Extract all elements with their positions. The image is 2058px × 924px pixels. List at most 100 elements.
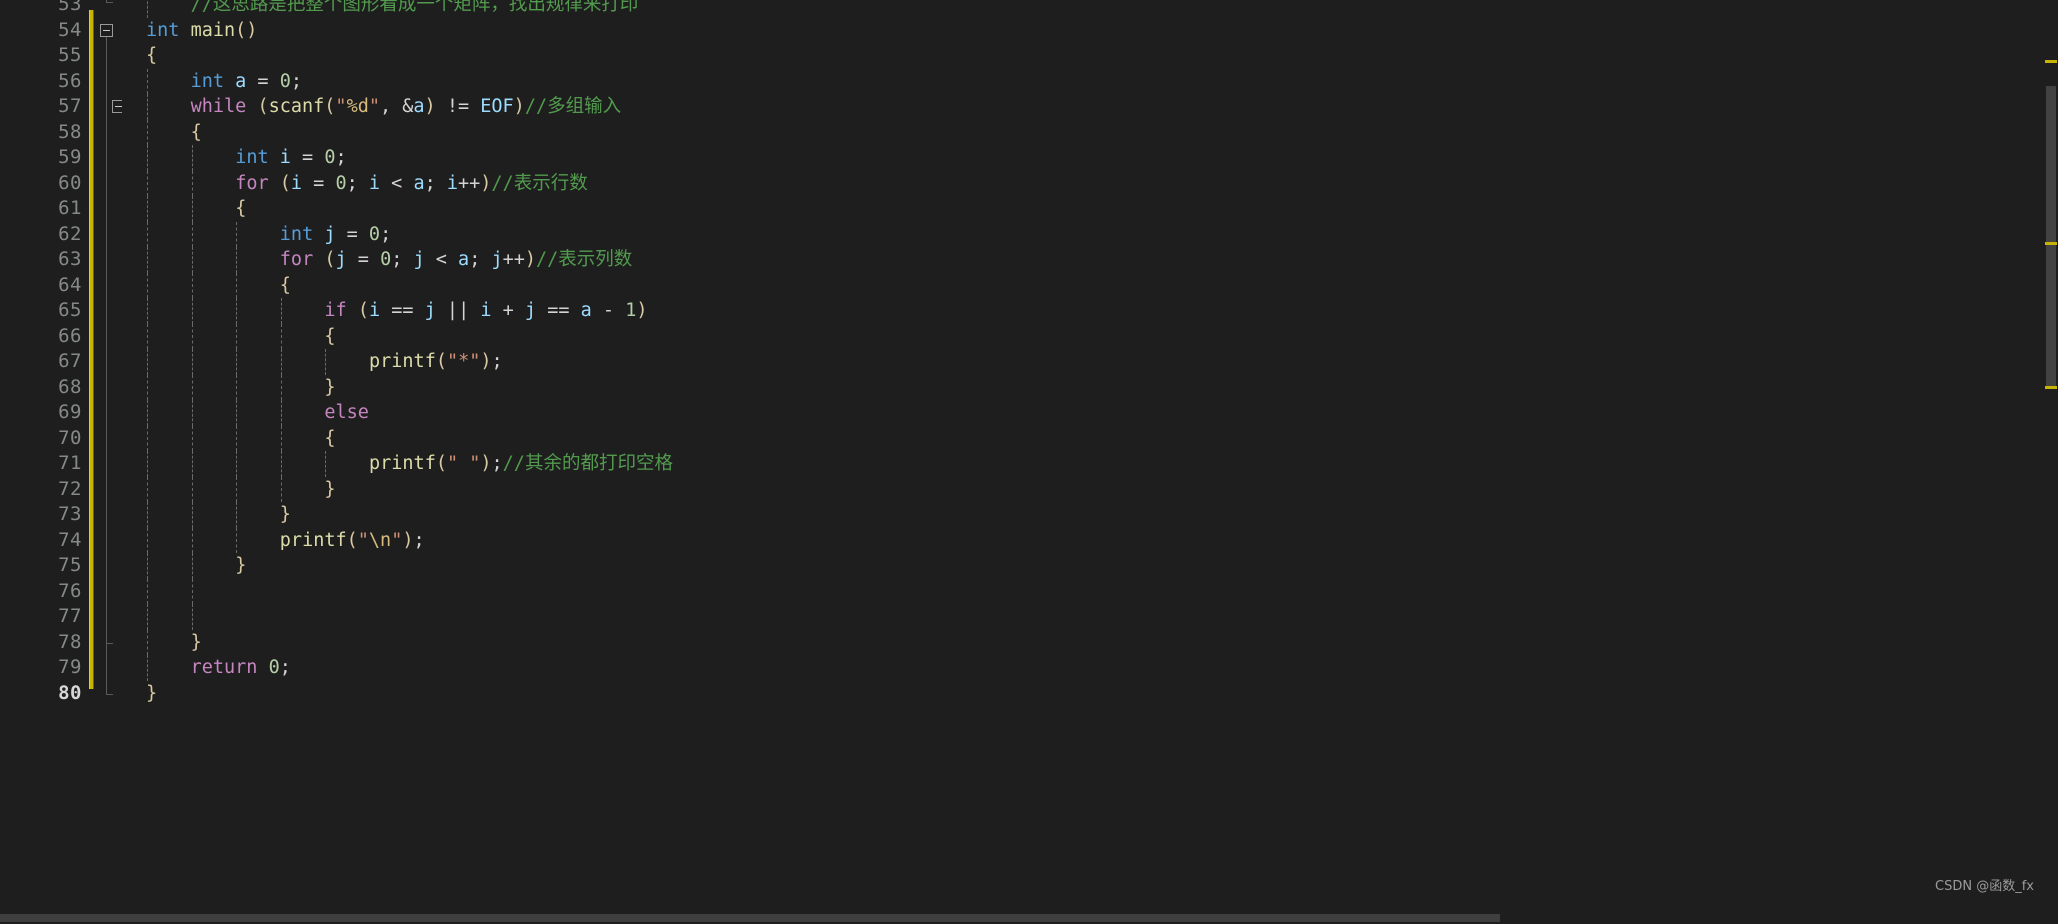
code-token: - bbox=[591, 300, 626, 321]
code-line-text: } bbox=[122, 555, 246, 576]
code-line[interactable]: } bbox=[122, 374, 2058, 400]
code-token: //这思路是把整个图形看成一个矩阵，找出规律来打印 bbox=[190, 0, 639, 15]
code-token: ; bbox=[424, 172, 447, 194]
code-line[interactable]: else bbox=[122, 400, 2058, 426]
code-token: ; bbox=[380, 223, 392, 245]
code-token: ; bbox=[346, 172, 369, 194]
line-number: 77 bbox=[58, 605, 82, 627]
code-content-area[interactable]: //这思路是把整个图形看成一个矩阵，找出规律来打印 int main(){int … bbox=[122, 0, 2058, 924]
code-line[interactable]: } bbox=[122, 681, 2058, 707]
code-token: j bbox=[524, 300, 537, 321]
code-line[interactable]: { bbox=[122, 43, 2058, 69]
code-token: j bbox=[335, 249, 347, 270]
code-line[interactable]: int i = 0; bbox=[122, 145, 2058, 171]
line-number: 72 bbox=[58, 477, 82, 500]
code-line[interactable]: for (j = 0; j < a; j++)//表示列数 bbox=[122, 247, 2058, 273]
fold-range-endcap-top bbox=[106, 2, 113, 3]
code-token: 0 bbox=[324, 147, 336, 168]
code-line[interactable] bbox=[122, 578, 2058, 604]
code-line[interactable]: printf("\n"); bbox=[122, 527, 2058, 553]
horizontal-scrollbar[interactable] bbox=[0, 912, 2044, 924]
code-line[interactable]: { bbox=[122, 196, 2058, 222]
code-token: int bbox=[146, 19, 180, 41]
code-editor[interactable]: 53 54 55 56 57 58 59 60 61 62 63 64 65 66 67 68 69 70 71 72… bbox=[0, 0, 2058, 924]
line-number: 73 bbox=[58, 503, 82, 525]
horizontal-scrollbar-thumb[interactable] bbox=[0, 914, 1500, 922]
code-line[interactable]: //这思路是把整个图形看成一个矩阵，找出规律来打印 bbox=[122, 0, 2058, 18]
code-token: 0 bbox=[279, 70, 291, 92]
code-token: = bbox=[302, 172, 336, 194]
code-line-text: else bbox=[122, 402, 369, 423]
code-token: ) bbox=[480, 351, 492, 372]
code-token: return bbox=[190, 657, 258, 678]
vertical-scrollbar-thumb[interactable] bbox=[2046, 86, 2056, 386]
code-line[interactable] bbox=[122, 604, 2058, 630]
code-token: = bbox=[346, 249, 381, 270]
code-token: ) bbox=[480, 172, 492, 194]
code-token: a bbox=[235, 70, 247, 92]
code-line[interactable]: { bbox=[122, 323, 2058, 349]
code-folding-margin[interactable] bbox=[96, 0, 161, 924]
line-number: 78 bbox=[58, 630, 82, 653]
code-token: = bbox=[246, 70, 280, 92]
code-line[interactable]: int a = 0; bbox=[122, 68, 2058, 94]
code-line[interactable]: { bbox=[122, 425, 2058, 451]
code-token: a bbox=[580, 300, 592, 321]
code-line[interactable]: int main() bbox=[122, 18, 2058, 44]
code-token: ( bbox=[257, 96, 269, 117]
code-token: != bbox=[435, 96, 481, 117]
code-token: ; bbox=[290, 70, 302, 92]
code-line-text: { bbox=[122, 122, 202, 143]
code-token: = bbox=[290, 147, 325, 168]
code-token: EOF bbox=[480, 96, 514, 117]
code-line-text: int i = 0; bbox=[122, 147, 346, 168]
code-token: } bbox=[235, 555, 247, 576]
fold-collapse-icon[interactable] bbox=[100, 23, 113, 37]
watermark-label: CSDN @函数_fx bbox=[1935, 879, 2034, 894]
code-line-text: { bbox=[122, 198, 246, 219]
code-token: ) bbox=[402, 529, 414, 551]
scrollbar-change-marker bbox=[2045, 242, 2057, 245]
code-token: 0 bbox=[268, 657, 280, 678]
code-line[interactable]: } bbox=[122, 502, 2058, 528]
code-line[interactable]: { bbox=[122, 119, 2058, 145]
code-line[interactable]: { bbox=[122, 272, 2058, 298]
code-line-text: { bbox=[122, 428, 335, 449]
code-line[interactable]: } bbox=[122, 476, 2058, 502]
code-line[interactable]: } bbox=[122, 553, 2058, 579]
code-token: a bbox=[458, 249, 470, 270]
code-line[interactable]: for (i = 0; i < a; i++)//表示行数 bbox=[122, 170, 2058, 196]
code-line-text: } bbox=[122, 683, 157, 704]
code-line-text: //这思路是把整个图形看成一个矩阵，找出规律来打印 bbox=[122, 0, 639, 15]
line-number: 54 bbox=[58, 18, 82, 41]
code-token: %d bbox=[346, 96, 369, 117]
code-line-text: { bbox=[122, 275, 291, 296]
code-line[interactable]: printf(" ");//其余的都打印空格 bbox=[122, 451, 2058, 477]
code-line-text: printf(" ");//其余的都打印空格 bbox=[122, 453, 673, 474]
code-line[interactable]: return 0; bbox=[122, 655, 2058, 681]
code-token: ) bbox=[424, 96, 436, 117]
code-token: j bbox=[424, 300, 436, 321]
code-token: printf bbox=[369, 453, 436, 474]
code-token: = bbox=[335, 223, 369, 245]
code-line-text: int j = 0; bbox=[122, 224, 391, 245]
code-token: i bbox=[368, 172, 381, 194]
code-line[interactable]: printf("*"); bbox=[122, 349, 2058, 375]
code-token: i bbox=[279, 147, 291, 168]
code-line[interactable]: if (i == j || i + j == a - 1) bbox=[122, 298, 2058, 324]
code-line[interactable]: } bbox=[122, 629, 2058, 655]
code-line[interactable]: int j = 0; bbox=[122, 221, 2058, 247]
line-number: 70 bbox=[58, 426, 82, 449]
code-token: , bbox=[379, 96, 403, 117]
code-token: } bbox=[324, 478, 336, 500]
fold-range-endcap bbox=[106, 642, 113, 644]
code-line[interactable]: while (scanf("%d", &a) != EOF)//多组输入 bbox=[122, 94, 2058, 120]
line-number: 61 bbox=[58, 197, 82, 219]
code-token: j bbox=[413, 249, 425, 270]
vertical-scrollbar[interactable] bbox=[2044, 0, 2058, 924]
code-token: || bbox=[435, 300, 481, 321]
line-number: 57 bbox=[58, 95, 82, 117]
scrollbar-change-marker bbox=[2045, 60, 2057, 63]
code-token: 0 bbox=[368, 223, 381, 245]
